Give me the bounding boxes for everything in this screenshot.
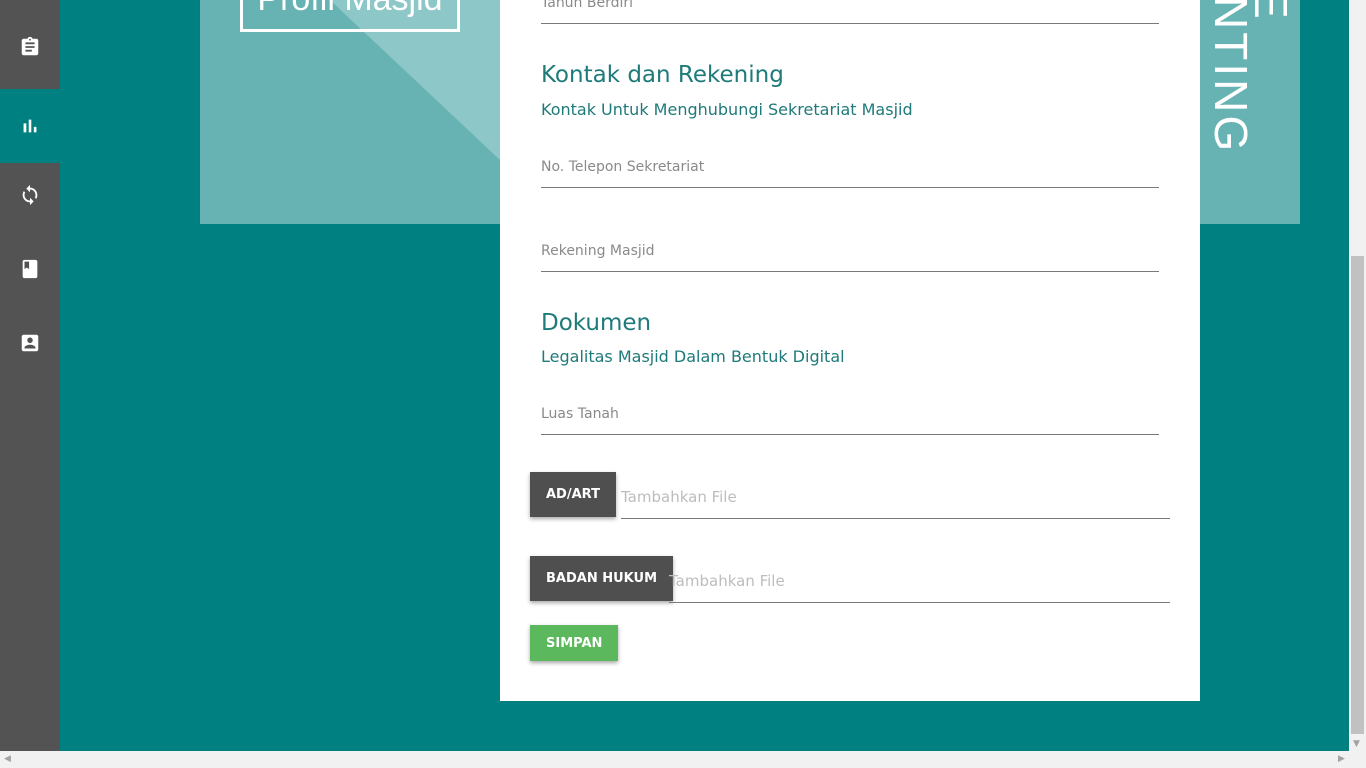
hero-vertical-text-2: NTING — [1205, 0, 1257, 155]
luas-tanah-input[interactable] — [541, 406, 1159, 434]
kontak-section-subtitle: Kontak Untuk Menghubungi Sekretariat Mas… — [541, 100, 913, 119]
adart-file-button[interactable]: AD/ART — [530, 472, 616, 517]
sidebar-item-assignment[interactable] — [0, 10, 60, 84]
tahun-berdiri-field — [541, 0, 1159, 24]
sidebar-item-statistics[interactable] — [0, 89, 60, 163]
scroll-right-arrow-icon[interactable]: ▶ — [1338, 755, 1345, 764]
sidebar-item-contact[interactable] — [0, 306, 60, 380]
sidebar — [0, 0, 60, 751]
badan-hukum-file-input[interactable] — [669, 572, 1170, 602]
kontak-section-title: Kontak dan Rekening — [541, 62, 784, 88]
telepon-field — [541, 156, 1159, 188]
adart-file-input[interactable] — [621, 488, 1170, 518]
bar-chart-icon — [23, 119, 37, 133]
luas-tanah-field — [541, 403, 1159, 435]
book-icon — [22, 259, 38, 279]
sidebar-item-book[interactable] — [0, 232, 60, 306]
horizontal-scrollbar[interactable] — [0, 751, 1366, 768]
sidebar-item-sync[interactable] — [0, 158, 60, 232]
vertical-scrollbar-thumb[interactable] — [1351, 256, 1364, 734]
assignment-icon — [21, 36, 39, 56]
scroll-left-arrow-icon[interactable]: ◀ — [4, 755, 11, 764]
adart-file-field — [621, 487, 1170, 519]
page-title: Profil Masjid — [240, 0, 460, 32]
tahun-berdiri-input[interactable] — [541, 0, 1159, 23]
contact-icon — [21, 334, 39, 352]
profile-form-card: Kontak dan Rekening Kontak Untuk Menghub… — [500, 0, 1200, 701]
badan-hukum-file-button[interactable]: BADAN HUKUM — [530, 556, 674, 601]
telepon-input[interactable] — [541, 159, 1159, 187]
rekening-input[interactable] — [541, 243, 1159, 271]
rekening-field — [541, 240, 1159, 272]
badan-hukum-file-field — [669, 571, 1170, 603]
dokumen-section-title: Dokumen — [541, 310, 652, 336]
scroll-down-arrow-icon[interactable]: ▼ — [1353, 740, 1360, 749]
dokumen-section-subtitle: Legalitas Masjid Dalam Bentuk Digital — [541, 347, 845, 366]
save-button[interactable]: SIMPAN — [530, 625, 619, 661]
sync-icon — [22, 184, 38, 206]
